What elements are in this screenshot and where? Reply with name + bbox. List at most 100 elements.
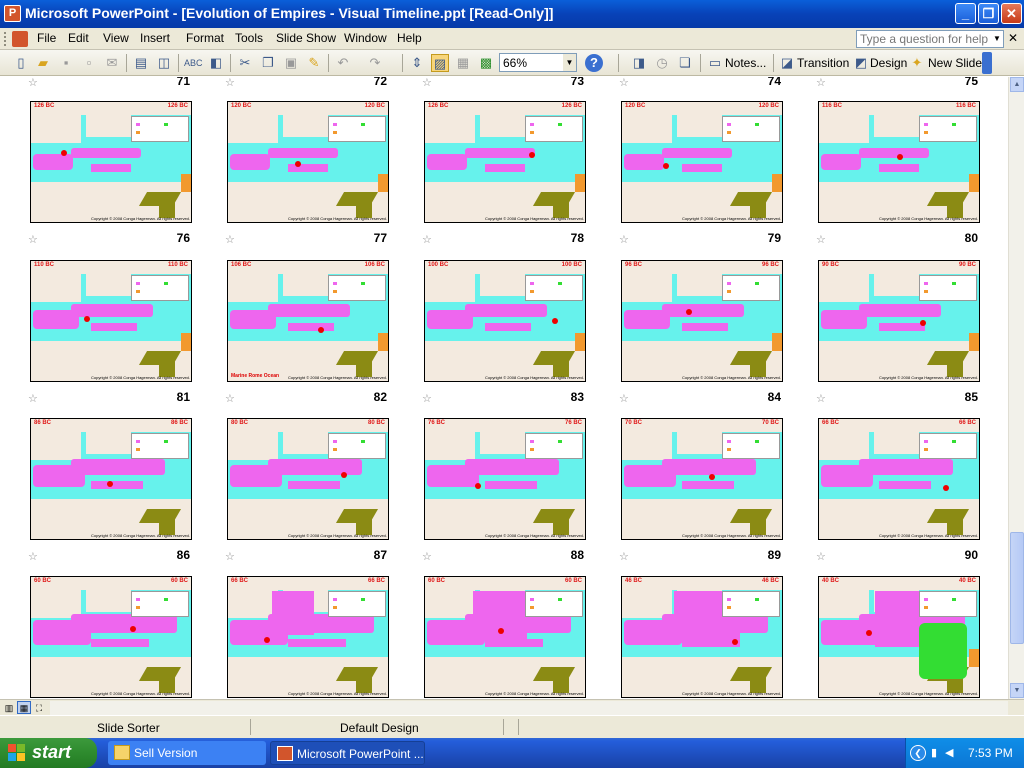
- slide-thumbnail[interactable]: 46 BC 46 BC Copyright © 2008 Conga Hagerma…: [621, 576, 783, 698]
- format-painter-icon[interactable]: ✎: [305, 54, 323, 72]
- doc-icon[interactable]: [12, 31, 28, 47]
- slide-thumbnail[interactable]: 90 BC 90 BC Copyright © 2008 Conga Hagerma…: [818, 260, 980, 382]
- slide-transition-icon[interactable]: ☆: [422, 392, 432, 405]
- slide-thumbnail[interactable]: 86 BC 86 BC Copyright © 2008 Conga Hagerma…: [30, 418, 192, 540]
- slide-transition-icon[interactable]: ☆: [816, 233, 826, 246]
- copy-icon[interactable]: ❐: [259, 54, 277, 72]
- cut-icon[interactable]: ✂: [236, 54, 254, 72]
- clock[interactable]: 7:53 PM: [968, 746, 1013, 760]
- slide-transition-icon[interactable]: ☆: [28, 233, 38, 246]
- print-icon[interactable]: ▤: [132, 54, 150, 72]
- volume-icon[interactable]: ◀: [945, 746, 953, 759]
- scroll-down-arrow[interactable]: ▼: [1010, 683, 1024, 698]
- notes-button[interactable]: Notes...: [725, 56, 766, 70]
- grid-icon[interactable]: ▦: [454, 54, 472, 72]
- network-icon[interactable]: ▮: [931, 746, 937, 759]
- slide-thumbnail[interactable]: 110 BC 110 BC Copyright © 2008 Conga Hager…: [30, 260, 192, 382]
- permission-icon[interactable]: ▫: [80, 54, 98, 72]
- slide-transition-icon[interactable]: ☆: [619, 550, 629, 563]
- menu-tools[interactable]: Tools: [235, 31, 263, 45]
- slide-transition-icon[interactable]: ☆: [28, 392, 38, 405]
- transition-icon[interactable]: ◪: [778, 54, 796, 72]
- research-icon[interactable]: ◧: [207, 54, 225, 72]
- show-hidden-icons-button[interactable]: ❮: [910, 745, 926, 761]
- slide-thumbnail[interactable]: 126 BC 126 BC Copyright © 2008 Conga Hager…: [30, 101, 192, 223]
- new-slide-button[interactable]: New Slide: [928, 56, 982, 70]
- slide-transition-icon[interactable]: ☆: [422, 233, 432, 246]
- slide-transition-icon[interactable]: ☆: [619, 233, 629, 246]
- spelling-icon[interactable]: ABC: [184, 54, 203, 72]
- slide-show-button[interactable]: ⛶: [32, 701, 46, 714]
- task-sell-version[interactable]: Sell Version: [108, 741, 266, 765]
- undo-icon[interactable]: ↶: [334, 54, 352, 72]
- horizontal-scrollbar[interactable]: [50, 701, 1008, 715]
- slide-transition-icon[interactable]: ☆: [225, 392, 235, 405]
- slide-transition-icon[interactable]: ☆: [816, 550, 826, 563]
- slide-transition-icon[interactable]: ☆: [225, 233, 235, 246]
- scroll-thumb[interactable]: [1010, 532, 1024, 644]
- open-icon[interactable]: ▰: [34, 54, 52, 72]
- slide-transition-icon[interactable]: ☆: [28, 77, 38, 89]
- redo-icon[interactable]: ↷: [366, 54, 384, 72]
- menu-grip[interactable]: [4, 32, 8, 46]
- menu-edit[interactable]: Edit: [68, 31, 89, 45]
- email-icon[interactable]: ✉: [103, 54, 121, 72]
- transition-button[interactable]: Transition: [797, 56, 849, 70]
- slide-transition-icon[interactable]: ☆: [619, 77, 629, 89]
- zoom-select[interactable]: 66% ▼: [499, 53, 577, 72]
- menu-window[interactable]: Window: [344, 31, 387, 45]
- start-button[interactable]: start: [0, 738, 97, 768]
- chevron-down-icon[interactable]: ▼: [991, 31, 1003, 47]
- slide-thumbnail[interactable]: 96 BC 96 BC Copyright © 2008 Conga Hagerma…: [621, 260, 783, 382]
- slide-thumbnail[interactable]: 60 BC 60 BC Copyright © 2008 Conga Hagerma…: [30, 576, 192, 698]
- menu-file[interactable]: File: [37, 31, 56, 45]
- rehearse-icon[interactable]: ◷: [653, 54, 671, 72]
- help-search-box[interactable]: Type a question for help ▼: [856, 30, 1004, 48]
- slide-transition-icon[interactable]: ☆: [225, 77, 235, 89]
- slide-transition-icon[interactable]: ☆: [422, 77, 432, 89]
- slide-thumbnail[interactable]: 66 BC 66 BC Copyright © 2008 Conga Hagerma…: [818, 418, 980, 540]
- menu-view[interactable]: View: [103, 31, 129, 45]
- slide-transition-icon[interactable]: ☆: [816, 77, 826, 89]
- slide-thumbnail[interactable]: 126 BC 126 BC Copyright © 2008 Conga Hager…: [424, 101, 586, 223]
- scroll-up-arrow[interactable]: ▲: [1010, 77, 1024, 92]
- chevron-down-icon[interactable]: ▼: [563, 54, 576, 71]
- save-icon[interactable]: ▪: [57, 54, 75, 72]
- slide-thumbnail[interactable]: 80 BC 80 BC Copyright © 2008 Conga Hagerma…: [227, 418, 389, 540]
- help-icon[interactable]: ?: [585, 54, 603, 72]
- slide-sorter-view-button[interactable]: ▦: [17, 701, 31, 714]
- menu-help[interactable]: Help: [397, 31, 422, 45]
- slide-thumbnail[interactable]: 100 BC 100 BC Copyright © 2008 Conga Hager…: [424, 260, 586, 382]
- color-scheme-icon[interactable]: ▩: [477, 54, 495, 72]
- print-preview-icon[interactable]: ◫: [155, 54, 173, 72]
- color-grayscale-icon[interactable]: ▨: [431, 54, 449, 72]
- close-document-button[interactable]: ✕: [1008, 31, 1018, 45]
- slide-transition-icon[interactable]: ☆: [422, 550, 432, 563]
- design-icon[interactable]: ◩: [852, 54, 870, 72]
- slide-thumbnail[interactable]: 120 BC 120 BC Copyright © 2008 Conga Hager…: [227, 101, 389, 223]
- hide-slide-icon[interactable]: ◨: [630, 54, 648, 72]
- summary-slide-icon[interactable]: ❏: [676, 54, 694, 72]
- menu-format[interactable]: Format: [186, 31, 224, 45]
- slide-thumbnail[interactable]: 40 BC 40 BC Copyright © 2008 Conga Hagerma…: [818, 576, 980, 698]
- expand-icon[interactable]: ⇕: [408, 54, 426, 72]
- normal-view-button[interactable]: ▥: [2, 701, 16, 714]
- slide-thumbnail[interactable]: 106 BC 106 BC Copyright © 2008 Conga Hager…: [227, 260, 389, 382]
- powerpoint-app-icon[interactable]: P: [4, 5, 21, 22]
- close-button[interactable]: ✕: [1001, 3, 1022, 24]
- slide-thumbnail[interactable]: 120 BC 120 BC Copyright © 2008 Conga Hager…: [621, 101, 783, 223]
- notes-icon[interactable]: ▭: [706, 54, 724, 72]
- slide-transition-icon[interactable]: ☆: [28, 550, 38, 563]
- new-icon[interactable]: ▯: [12, 54, 30, 72]
- paste-icon[interactable]: ▣: [282, 54, 300, 72]
- menu-slide-show[interactable]: Slide Show: [276, 31, 336, 45]
- slide-thumbnail[interactable]: 76 BC 76 BC Copyright © 2008 Conga Hagerma…: [424, 418, 586, 540]
- task-powerpoint[interactable]: Microsoft PowerPoint ...: [270, 741, 425, 765]
- maximize-button[interactable]: ❐: [978, 3, 999, 24]
- slide-thumbnail[interactable]: 60 BC 60 BC Copyright © 2008 Conga Hagerma…: [424, 576, 586, 698]
- design-button[interactable]: Design: [870, 56, 907, 70]
- slide-thumbnail[interactable]: 70 BC 70 BC Copyright © 2008 Conga Hagerma…: [621, 418, 783, 540]
- minimize-button[interactable]: _: [955, 3, 976, 24]
- slide-transition-icon[interactable]: ☆: [816, 392, 826, 405]
- vertical-scrollbar[interactable]: ▲ ▼: [1008, 77, 1024, 699]
